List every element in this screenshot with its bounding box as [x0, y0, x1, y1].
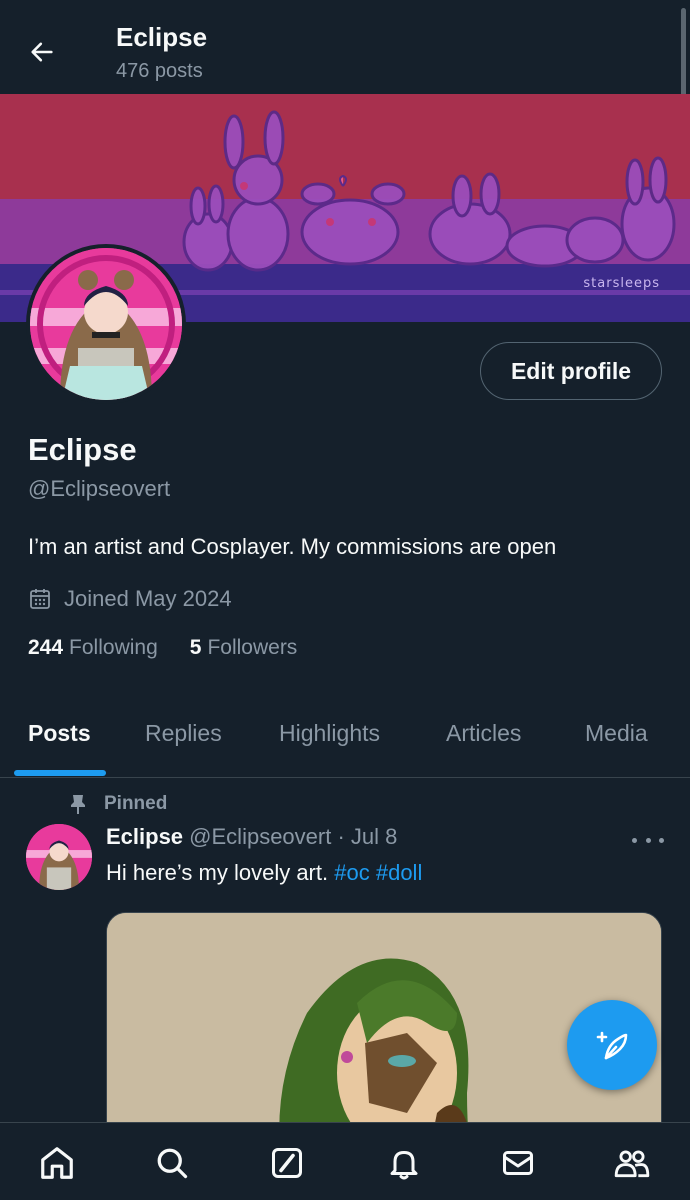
messages-icon — [503, 1151, 533, 1175]
tab-articles[interactable]: Articles — [446, 720, 521, 747]
avatar-image — [30, 248, 182, 400]
post-avatar[interactable] — [26, 824, 92, 890]
post-text: Hi here’s my lovely art. #oc #doll — [106, 860, 422, 886]
nav-search[interactable] — [152, 1143, 192, 1183]
nav-home[interactable] — [37, 1143, 77, 1183]
header-post-count: 476 posts — [116, 60, 203, 82]
followers-link[interactable]: 5 Followers — [190, 636, 298, 660]
banner-signature: starsleeps — [583, 276, 660, 291]
header-title: Eclipse — [116, 22, 208, 52]
following-label: Following — [69, 636, 158, 659]
follow-stats: 244 Following 5 Followers — [28, 636, 297, 660]
tab-media[interactable]: Media — [585, 720, 648, 747]
back-button[interactable] — [22, 32, 62, 72]
post-header: Eclipse @Eclipseovert · Jul 8 — [106, 824, 397, 850]
notifications-icon — [390, 1151, 418, 1180]
edit-profile-button[interactable]: Edit profile — [480, 342, 662, 400]
home-icon — [41, 1147, 73, 1179]
post-meta: @Eclipseovert · Jul 8 — [189, 824, 398, 849]
search-icon — [157, 1148, 188, 1179]
pinned-indicator: Pinned — [68, 790, 167, 818]
hashtag-oc[interactable]: #oc — [334, 860, 369, 885]
profile-avatar[interactable] — [26, 244, 186, 404]
following-count: 244 — [28, 636, 64, 659]
profile-handle: @Eclipseovert — [28, 476, 171, 501]
top-bar: Eclipse 476 posts — [0, 0, 690, 118]
compose-post-button[interactable] — [567, 1000, 657, 1090]
pinned-label: Pinned — [104, 793, 168, 814]
tab-posts[interactable]: Posts — [28, 720, 91, 747]
tab-highlights[interactable]: Highlights — [279, 720, 380, 747]
bottom-navigation — [0, 1122, 690, 1200]
pin-icon — [71, 795, 85, 814]
grok-icon — [272, 1148, 302, 1178]
compose-post-icon — [596, 1031, 628, 1060]
hashtag-doll[interactable]: #doll — [376, 860, 422, 885]
followers-count: 5 — [189, 636, 202, 659]
nav-communities[interactable] — [612, 1143, 652, 1183]
profile-name: Eclipse — [28, 432, 137, 467]
following-link[interactable]: 244 Following — [28, 636, 158, 660]
profile-page: Eclipse 476 posts starsleeps Edit profil… — [0, 0, 690, 1200]
communities-icon — [614, 1150, 650, 1178]
tab-replies[interactable]: Replies — [145, 720, 222, 747]
post-author-name[interactable]: Eclipse — [106, 824, 183, 849]
active-tab-indicator — [14, 770, 106, 776]
followers-label: Followers — [207, 636, 298, 659]
nav-grok[interactable] — [267, 1143, 307, 1183]
more-horizontal-icon[interactable] — [632, 828, 664, 852]
joined-date: Joined May 2024 — [28, 584, 232, 614]
nav-notifications[interactable] — [384, 1143, 424, 1183]
calendar-icon — [30, 589, 50, 609]
profile-bio: I’m an artist and Cosplayer. My commissi… — [28, 534, 557, 559]
arrow-left-icon — [31, 42, 53, 62]
post-body: Hi here’s my lovely art. — [106, 860, 329, 885]
nav-messages[interactable] — [498, 1143, 538, 1183]
joined-text: Joined May 2024 — [64, 586, 232, 611]
profile-tabs: Posts Replies Highlights Articles Media — [0, 704, 690, 778]
